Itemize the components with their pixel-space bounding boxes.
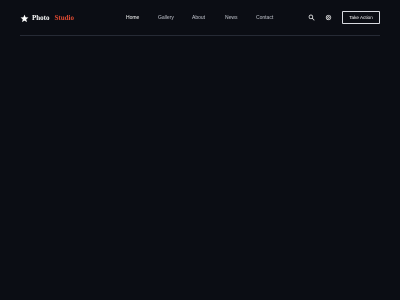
nav-item-contact[interactable]: Contact	[256, 12, 273, 24]
settings-icon	[325, 14, 331, 20]
nav-item-gallery[interactable]: Gallery	[158, 12, 174, 24]
brand-logo-link[interactable]: Photo Studio	[20, 12, 74, 24]
search-icon	[308, 14, 314, 20]
take-action-button[interactable]: Take Action	[342, 11, 380, 24]
site-header: Photo Studio Home Gallery About News Con…	[0, 0, 400, 36]
nav-item-about[interactable]: About	[192, 12, 205, 24]
star-icon	[20, 14, 29, 23]
nav-item-news[interactable]: News	[225, 12, 238, 24]
main-content	[0, 36, 400, 300]
settings-button[interactable]	[324, 13, 332, 21]
page: Photo Studio Home Gallery About News Con…	[0, 0, 400, 300]
nav-item-home[interactable]: Home	[126, 12, 139, 24]
search-button[interactable]	[307, 13, 315, 21]
brand-name-primary: Photo	[32, 14, 50, 22]
brand-name-accent: Studio	[54, 14, 74, 22]
